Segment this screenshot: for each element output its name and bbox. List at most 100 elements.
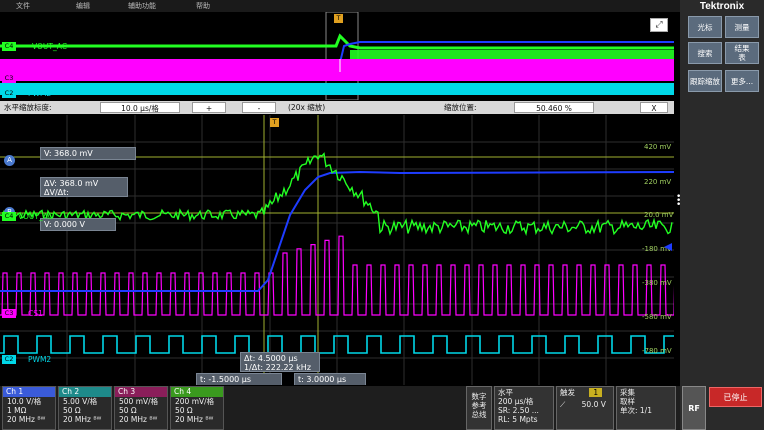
expand-icon[interactable]: ⤢: [650, 18, 668, 32]
acquisition-mode: 取样: [620, 397, 635, 406]
ch2-settings[interactable]: Ch 2 5.00 V/格 50 Ω 20 MHz ᴮᵂ: [58, 386, 112, 430]
overview-ch3-tag[interactable]: C3: [2, 74, 16, 83]
scale-minus580mv: -580 mV: [642, 313, 672, 321]
more-options-icon[interactable]: • • •: [676, 193, 682, 210]
close-zoom-button[interactable]: X: [640, 102, 668, 113]
rf-button[interactable]: RF: [682, 386, 706, 430]
acquisition-single: 单次: 1/1: [620, 406, 652, 415]
horizontal-zoom-scale-value[interactable]: 10.0 μs/格: [100, 102, 180, 113]
ch4-label: VOUT_AC: [18, 212, 53, 221]
menu-edit[interactable]: 编辑: [76, 1, 90, 11]
ch2-label: PWM2: [28, 355, 52, 364]
ch2-impedance: 50 Ω: [63, 406, 81, 415]
t2-readout[interactable]: t: 3.0000 μs: [294, 373, 366, 385]
ch3-header: Ch 3: [115, 387, 167, 397]
trigger-title-text: 触发: [560, 388, 575, 397]
trigger-level-row: ⟋ 50.0 V: [560, 400, 610, 409]
t1-readout[interactable]: t: -1.5000 μs: [196, 373, 282, 385]
digital-ref-bus-button[interactable]: 数字 参考 总线: [466, 386, 492, 430]
menu-bar: 文件 编辑 辅助功能 帮助: [0, 0, 680, 12]
menu-help[interactable]: 帮助: [196, 1, 210, 11]
ref-label: 参考: [471, 401, 487, 410]
results-label-2: 表: [738, 53, 746, 62]
cursor-a-marker[interactable]: A: [4, 155, 15, 166]
ch1-bandwidth: 20 MHz ᴮᵂ: [7, 415, 46, 424]
acquisition-settings[interactable]: 采集 取样 单次: 1/1: [616, 386, 676, 430]
ch2-scale: 5.00 V/格: [63, 397, 98, 406]
ch3-scale: 500 mV/格: [119, 397, 159, 406]
overview-ch4-tag[interactable]: C4: [2, 42, 16, 51]
scale-20mv: 20.0 mV: [644, 211, 674, 219]
menu-file[interactable]: 文件: [16, 1, 30, 11]
cursor-a-readout[interactable]: V: 368.0 mV: [40, 147, 136, 160]
horizontal-zoom-scale-label: 水平缩放标度:: [4, 103, 52, 112]
right-control-panel: Tektronix 光标 测量 搜索 结果 表 跟踪缩放 更多...: [680, 0, 764, 430]
search-button[interactable]: 搜索: [688, 42, 722, 64]
overview-ch4-label: VOUT_AC: [32, 42, 67, 51]
overview-ch2-band: [0, 83, 674, 95]
scale-minus380mv: -380 mV: [642, 279, 672, 287]
digital-label: 数字: [471, 392, 487, 401]
zoom-factor-label: (20x 缩放): [288, 103, 326, 112]
ch3-impedance: 50 Ω: [119, 406, 137, 415]
acquisition-title: 采集: [620, 388, 635, 397]
ch2-tag[interactable]: C2: [2, 355, 16, 364]
main-waveform-area[interactable]: T A B V: 368.0 mV ΔV: 368.0 mV ΔV/Δt: V:…: [0, 115, 674, 385]
scale-420mv: 420 mV: [644, 143, 672, 151]
zoom-out-button[interactable]: -: [242, 102, 276, 113]
overview-waveforms: [0, 12, 674, 100]
trigger-title: 触发 1: [560, 388, 610, 397]
horizontal-title: 水平: [498, 388, 513, 397]
measure-button[interactable]: 测量: [725, 16, 759, 38]
trigger-settings[interactable]: 触发 1 ⟋ 50.0 V: [556, 386, 614, 430]
ch3-tag[interactable]: C3: [2, 309, 16, 318]
ch1-impedance: 1 MΩ: [7, 406, 27, 415]
zoom-position-label: 缩放位置:: [444, 103, 477, 112]
ch4-tag[interactable]: C4: [2, 212, 16, 221]
overview-ch2-tag[interactable]: C2: [2, 89, 16, 98]
ch3-label: CS1: [28, 309, 43, 318]
ch4-impedance: 50 Ω: [175, 406, 193, 415]
bottom-settings-bar: Ch 1 10.0 V/格 1 MΩ 20 MHz ᴮᵂ Ch 2 5.00 V…: [0, 386, 680, 430]
overview-ch3-label: CS1: [28, 74, 43, 83]
trigger-level: 50.0 V: [581, 400, 606, 409]
ch2-bandwidth: 20 MHz ᴮᵂ: [63, 415, 102, 424]
ch1-header: Ch 1: [3, 387, 55, 397]
delta-t-readout[interactable]: Δt: 4.5000 μs 1/Δt: 222.22 kHz: [240, 352, 320, 372]
zoom-control-bar: 水平缩放标度: 10.0 μs/格 + - (20x 缩放) 缩放位置: 50.…: [0, 101, 674, 114]
results-label-1: 结果: [734, 44, 750, 53]
ch3-bandwidth: 20 MHz ᴮᵂ: [119, 415, 158, 424]
ch1-scale: 10.0 V/格: [7, 397, 42, 406]
bus-label: 总线: [471, 410, 487, 419]
delta-v-value: ΔV: 368.0 mV: [44, 179, 99, 188]
horizontal-settings[interactable]: 水平 200 μs/格 SR: 2.50 ... RL: 5 Mpts: [494, 386, 554, 430]
overview-ch2-label: PWM2: [28, 89, 52, 98]
trigger-edge-icon: ⟋: [560, 400, 566, 409]
trigger-source-badge: 1: [589, 388, 603, 397]
overview-waveform-area[interactable]: C4 VOUT_AC C3 CS1 C2 PWM2 T ⤢: [0, 12, 674, 100]
zoom-position-value[interactable]: 50.460 %: [514, 102, 594, 113]
horizontal-record-length: RL: 5 Mpts: [498, 415, 538, 424]
scale-minus780mv: -780 mV: [642, 347, 672, 355]
delta-t-value: Δt: 4.5000 μs: [244, 354, 298, 363]
overview-ch3-band: [0, 59, 674, 81]
cursor-button[interactable]: 光标: [688, 16, 722, 38]
overview-trigger-marker[interactable]: T: [334, 14, 343, 23]
delta-v-readout[interactable]: ΔV: 368.0 mV ΔV/Δt:: [40, 177, 128, 197]
run-stop-button[interactable]: 已停止: [709, 387, 762, 407]
zoom-in-button[interactable]: +: [192, 102, 226, 113]
menu-utility[interactable]: 辅助功能: [128, 1, 156, 11]
ch1-offset-arrow-icon[interactable]: [664, 243, 672, 251]
ch2-header: Ch 2: [59, 387, 111, 397]
trigger-marker[interactable]: T: [270, 118, 279, 127]
more-button[interactable]: 更多...: [725, 70, 759, 92]
ch3-settings[interactable]: Ch 3 500 mV/格 50 Ω 20 MHz ᴮᵂ: [114, 386, 168, 430]
inv-delta-t-value: 1/Δt: 222.22 kHz: [244, 363, 312, 372]
ch4-settings[interactable]: Ch 4 200 mV/格 50 Ω 20 MHz ᴮᵂ: [170, 386, 224, 430]
track-zoom-button[interactable]: 跟踪缩放: [688, 70, 722, 92]
ch1-settings[interactable]: Ch 1 10.0 V/格 1 MΩ 20 MHz ᴮᵂ: [2, 386, 56, 430]
horizontal-sample-rate: SR: 2.50 ...: [498, 406, 539, 415]
results-table-button[interactable]: 结果 表: [725, 42, 759, 64]
brand-logo: Tektronix: [699, 1, 745, 12]
delta-v-dt-value: ΔV/Δt:: [44, 188, 69, 197]
